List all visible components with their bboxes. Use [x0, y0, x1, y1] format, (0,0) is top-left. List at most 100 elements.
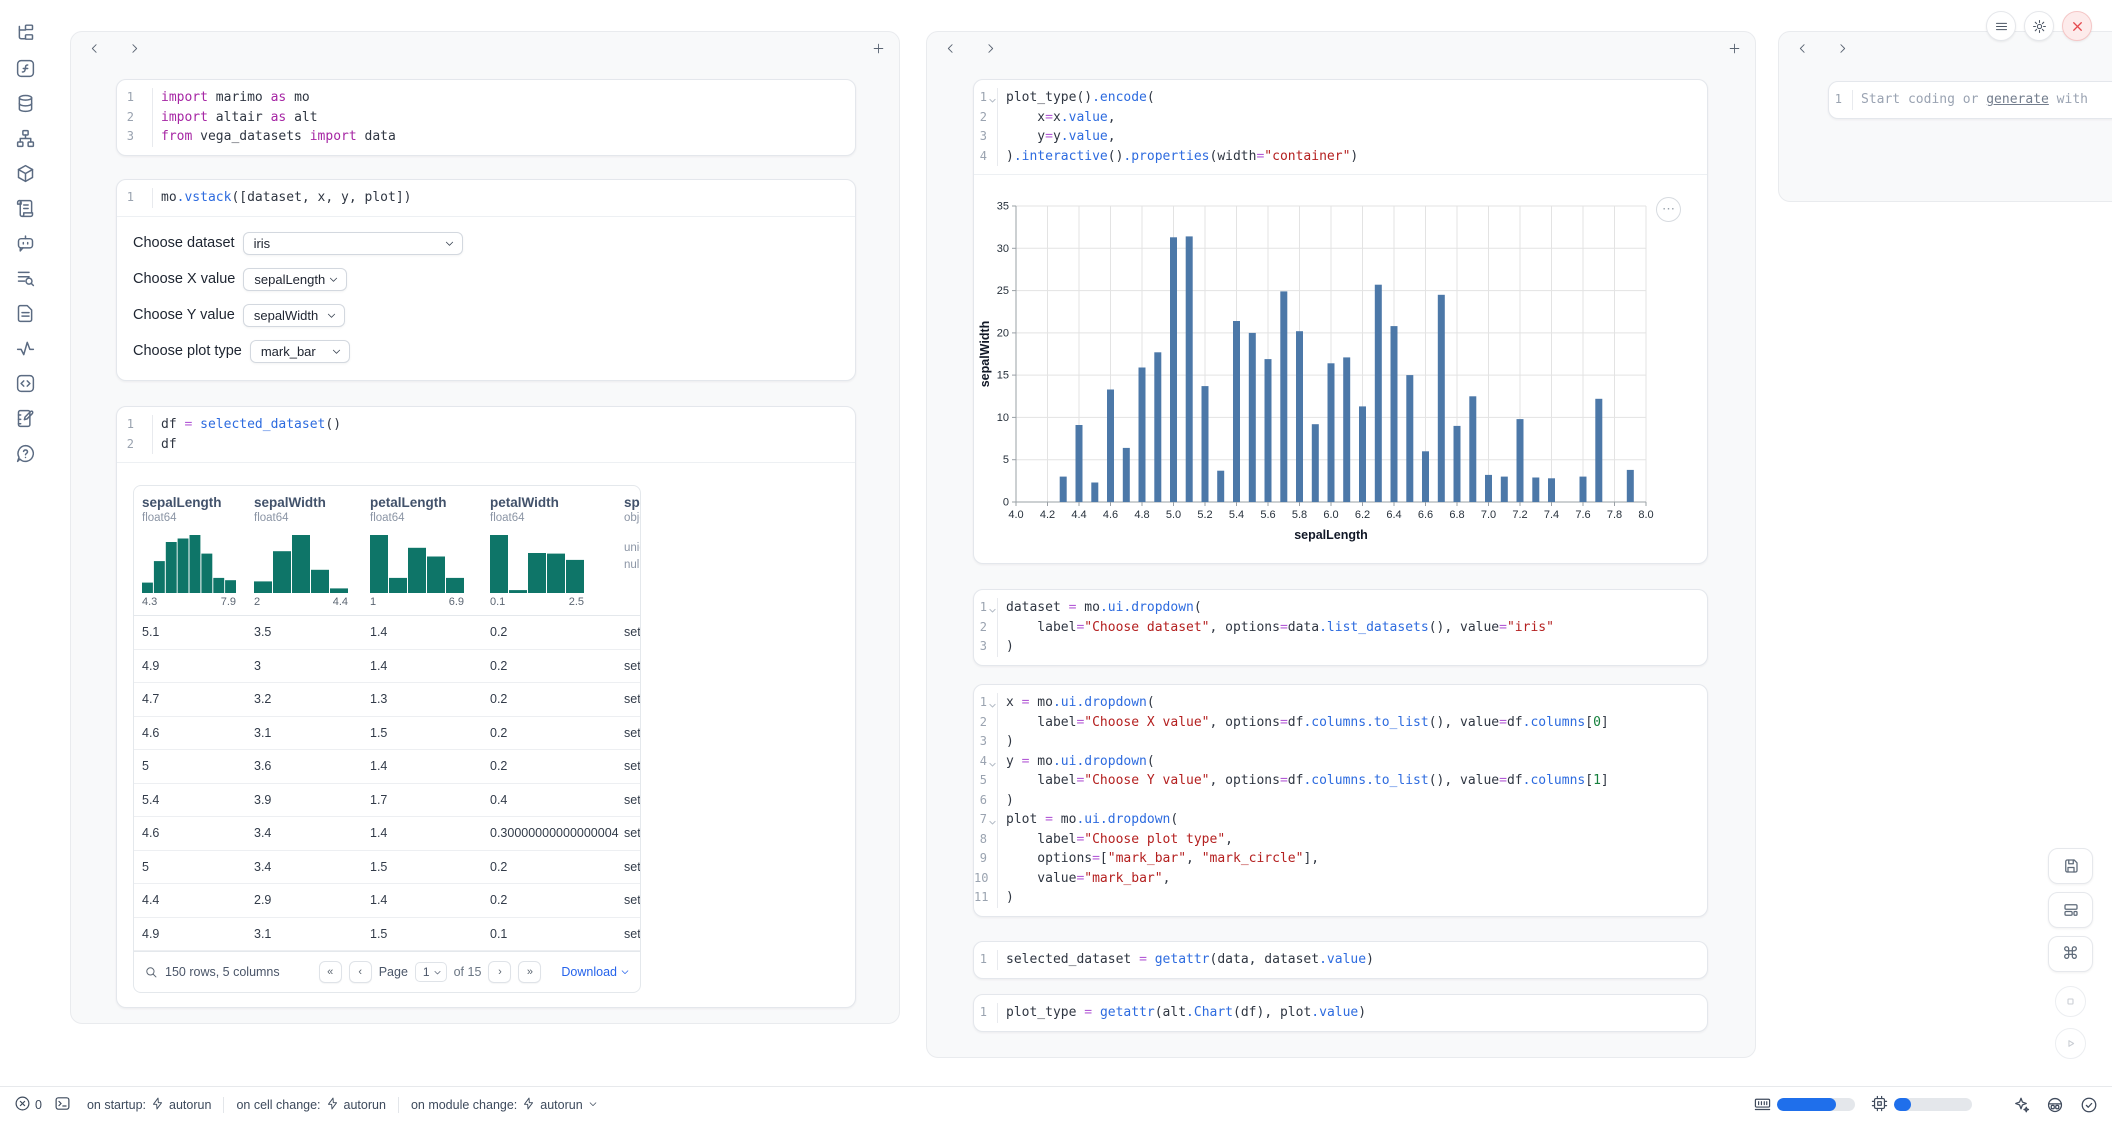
column-header[interactable]: speciesobjectuniquenulls:	[624, 495, 641, 608]
first-page-button[interactable]: «	[319, 961, 342, 983]
svg-text:5.8: 5.8	[1292, 509, 1307, 521]
code-cell-xy-plot-dropdowns: 1x = mo.ui.dropdown(2 label="Choose X va…	[973, 684, 1708, 917]
line-number: 10	[974, 869, 998, 889]
column-header[interactable]: sepalLengthfloat644.37.9	[142, 495, 254, 608]
choose-x-value-select[interactable]: sepalLength	[243, 268, 347, 291]
panel-back-button[interactable]	[939, 39, 961, 57]
panel-forward-button[interactable]	[123, 39, 145, 57]
code-square-icon[interactable]	[8, 372, 42, 394]
vega-actions-button[interactable]: ⋯	[1656, 197, 1681, 222]
code-cell-imports: 1import marimo as mo2import altair as al…	[116, 79, 856, 156]
line-number: 5	[974, 771, 998, 791]
line-number: 1	[117, 188, 153, 208]
previous-page-button[interactable]: ‹	[349, 961, 372, 983]
stop-button[interactable]	[2055, 986, 2086, 1017]
table-row: 4.93.11.50.1setosa	[134, 918, 640, 952]
sepal-bar-chart[interactable]: 4.04.24.44.64.85.05.25.45.65.86.06.26.46…	[976, 180, 1696, 560]
code-editor[interactable]: 1df = selected_dataset()2df	[117, 407, 855, 462]
code-editor[interactable]: 1import marimo as mo2import altair as al…	[117, 80, 855, 155]
add-cell-button[interactable]	[867, 39, 889, 57]
choose-y-value-select[interactable]: sepalWidth	[243, 304, 345, 327]
svg-text:35: 35	[997, 201, 1009, 213]
cpu-usage	[1871, 1095, 1972, 1115]
code-editor[interactable]: 1plot_type = getattr(alt.Chart(df), plot…	[974, 995, 1707, 1031]
save-button[interactable]	[2048, 848, 2093, 884]
code-text: options=["mark_bar", "mark_circle"],	[998, 849, 1319, 869]
menu-button[interactable]	[1986, 11, 2016, 41]
code-editor[interactable]: 1plot_type().encode(2 x=x.value,3 y=y.va…	[974, 80, 1707, 174]
svg-text:6.8: 6.8	[1449, 509, 1464, 521]
code-line: 1plot_type().encode(	[974, 88, 1707, 108]
network-icon[interactable]	[8, 127, 42, 149]
code-line: 3 y=y.value,	[974, 127, 1707, 147]
function-icon[interactable]	[8, 57, 42, 79]
download-link[interactable]: Download	[561, 965, 630, 979]
notebook-pen-icon[interactable]	[8, 407, 42, 429]
scroll-icon[interactable]	[8, 197, 42, 219]
list-search-icon[interactable]	[8, 267, 42, 289]
document-icon[interactable]	[8, 302, 42, 324]
file-tree-icon[interactable]	[8, 22, 42, 44]
on-module-change-config[interactable]: on module change: autorun	[398, 1097, 610, 1113]
column-header[interactable]: petalWidthfloat640.12.5	[490, 495, 624, 608]
package-icon[interactable]	[8, 162, 42, 184]
settings-gear-button[interactable]	[2024, 11, 2054, 41]
terminal-button[interactable]	[54, 1095, 71, 1115]
next-page-button[interactable]: ›	[488, 961, 511, 983]
ai-sparkles-button[interactable]	[2012, 1096, 2030, 1114]
layout-toggle-button[interactable]	[2048, 892, 2093, 928]
svg-text:6.0: 6.0	[1323, 509, 1338, 521]
search-icon[interactable]	[144, 965, 158, 979]
svg-text:7.6: 7.6	[1575, 509, 1590, 521]
code-cell-vstack: 1mo.vstack([dataset, x, y, plot]) Choose…	[116, 179, 856, 381]
bot-icon[interactable]	[8, 232, 42, 254]
generate-with-ai-link[interactable]: generate	[1986, 92, 2049, 107]
connection-status-button[interactable]	[2080, 1096, 2098, 1114]
code-editor[interactable]: 1dataset = mo.ui.dropdown(2 label="Choos…	[974, 590, 1707, 665]
panel-forward-button[interactable]	[979, 39, 1001, 57]
svg-text:6.2: 6.2	[1355, 509, 1370, 521]
panel-back-button[interactable]	[83, 39, 105, 57]
line-number: 7	[974, 810, 998, 830]
code-text: label="Choose dataset", options=data.lis…	[998, 618, 1554, 638]
code-editor[interactable]: 1selected_dataset = getattr(data, datase…	[974, 942, 1707, 978]
page-select[interactable]: 1	[415, 962, 447, 982]
code-text: from vega_datasets import data	[153, 127, 396, 147]
code-editor[interactable]: 1mo.vstack([dataset, x, y, plot])	[117, 180, 855, 216]
activity-icon[interactable]	[8, 337, 42, 359]
code-editor[interactable]: 1x = mo.ui.dropdown(2 label="Choose X va…	[974, 685, 1707, 916]
table-row: 4.63.41.40.30000000000000004setosa	[134, 817, 640, 851]
code-line: 3from vega_datasets import data	[117, 127, 855, 147]
line-number: 2	[117, 108, 153, 128]
help-chat-icon[interactable]	[8, 442, 42, 464]
run-button[interactable]	[2055, 1028, 2086, 1059]
svg-text:5.4: 5.4	[1229, 509, 1244, 521]
database-icon[interactable]	[8, 92, 42, 114]
copilot-button[interactable]	[2046, 1096, 2064, 1114]
panel-back-button[interactable]	[1791, 39, 1813, 57]
svg-text:7.2: 7.2	[1512, 509, 1527, 521]
config-label: on cell change:	[236, 1098, 320, 1112]
svg-text:sepalWidth: sepalWidth	[978, 321, 992, 388]
on-startup-config[interactable]: on startup: autorun	[75, 1097, 223, 1113]
last-page-button[interactable]: »	[518, 961, 541, 983]
on-cell-change-config[interactable]: on cell change: autorun	[223, 1097, 398, 1113]
command-palette-button[interactable]: ⌘	[2048, 936, 2093, 972]
code-cell-plot-type: 1plot_type = getattr(alt.Chart(df), plot…	[973, 994, 1708, 1032]
line-number: 1	[974, 950, 998, 970]
code-editor[interactable]: 1 Start coding or generate with	[1829, 82, 2112, 118]
error-indicator[interactable]: 0	[14, 1095, 42, 1115]
shutdown-close-button[interactable]	[2062, 11, 2092, 41]
line-number: 1	[974, 693, 998, 713]
code-text: plot_type().encode(	[998, 88, 1155, 108]
add-cell-button[interactable]	[1723, 39, 1745, 57]
svg-text:4.0: 4.0	[1008, 509, 1023, 521]
svg-text:20: 20	[997, 327, 1009, 339]
control-label: Choose plot type	[133, 343, 242, 359]
column-header[interactable]: sepalWidthfloat6424.4	[254, 495, 370, 608]
panel-forward-button[interactable]	[1831, 39, 1853, 57]
line-number: 1	[974, 598, 998, 618]
choose-dataset-select[interactable]: iris	[243, 232, 463, 255]
choose-plot-type-select[interactable]: mark_bar	[250, 340, 350, 363]
column-header[interactable]: petalLengthfloat6416.9	[370, 495, 490, 608]
